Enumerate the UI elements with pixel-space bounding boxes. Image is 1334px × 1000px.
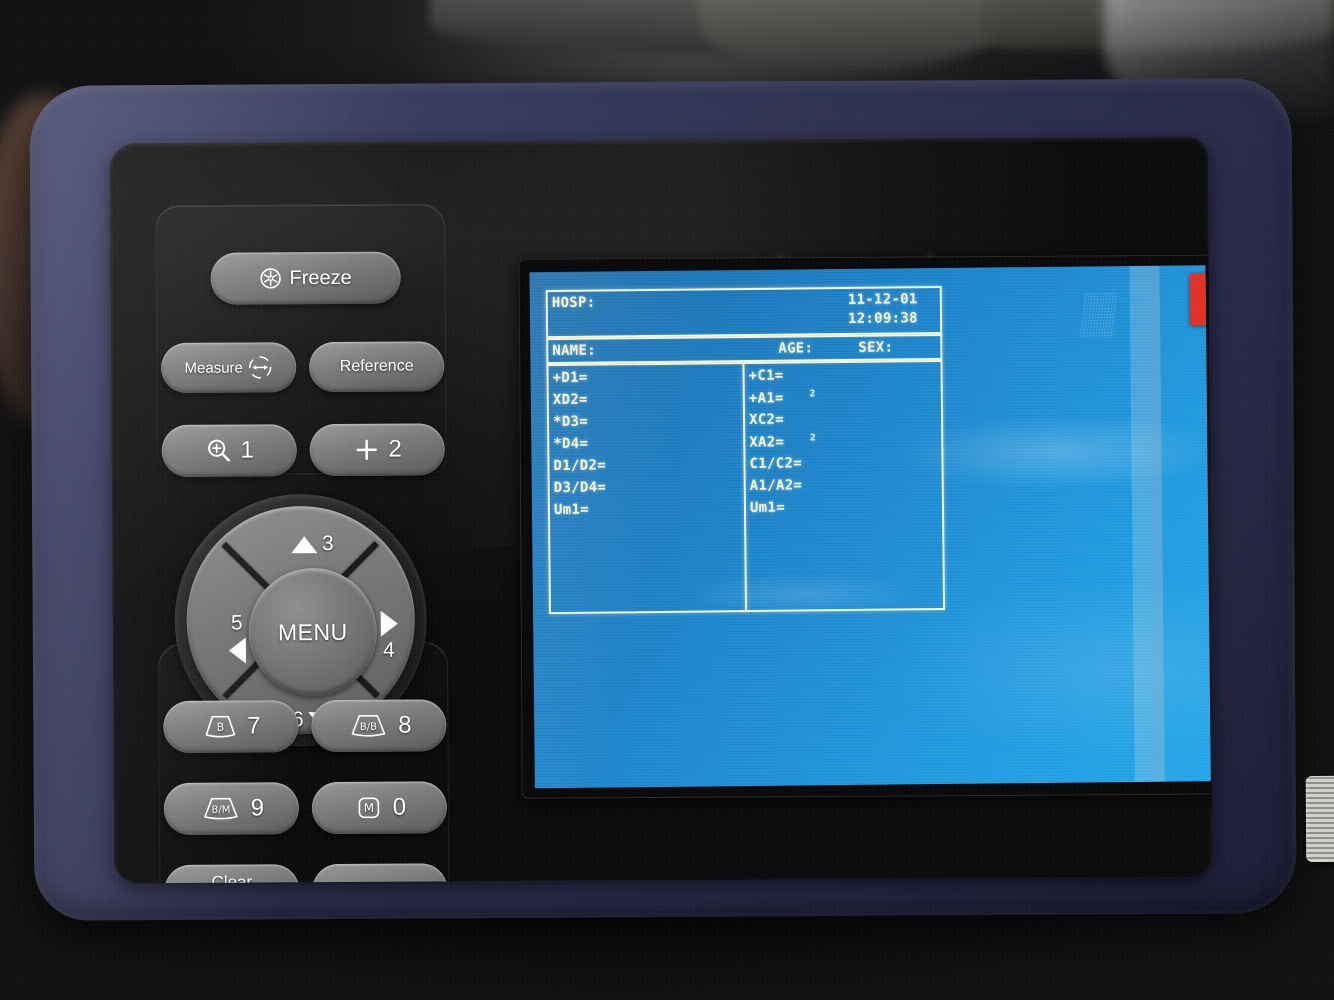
measurement-label: +C1=: [748, 367, 784, 384]
patient-name-label: NAME:: [552, 342, 597, 360]
measurement-label: *D4=: [553, 435, 589, 453]
distance-measurement-row: D3/D4=: [554, 479, 607, 502]
dpad-up-button[interactable]: 3: [260, 524, 364, 565]
measurement-label: +D1=: [552, 369, 588, 387]
measurement-label: C1/C2=: [749, 455, 802, 472]
measurement-unit-superscript: 2: [810, 433, 816, 444]
plus-icon: [352, 436, 380, 464]
clear-button-label: Clear: [211, 872, 253, 884]
caliper-icon: [247, 354, 273, 380]
area-measurement-column: +C1= +A1= 2 XC2= XA2= 2 C1/C2= A1/A2= Um1=: [749, 367, 817, 522]
sector-bb-icon: B/B: [346, 713, 390, 739]
hospital-label: HOSP:: [551, 294, 596, 312]
triangle-left-icon: [228, 637, 246, 664]
measurement-label: D3/D4=: [553, 479, 607, 497]
date-display: 11-12-01: [847, 291, 918, 308]
svg-text:B: B: [216, 721, 224, 734]
dpad-left-label: 5: [230, 611, 243, 635]
freeze-button-label: Freeze: [289, 266, 352, 289]
add-caliper-button-label: 2: [388, 435, 402, 463]
svg-text:M: M: [363, 801, 373, 815]
ultrasound-device-case: Ultrasound: [29, 78, 1334, 921]
area-measurement-row: XC2=: [749, 411, 816, 434]
measurement-label: *D3=: [552, 413, 589, 431]
ultrasound-screen[interactable]: HOSP: 11-12-01 12:09:38 NAME: AGE: SEX: …: [529, 265, 1211, 789]
svg-text:B/M: B/M: [211, 805, 230, 816]
photo-background: Ultrasound: [0, 0, 1334, 1000]
area-measurement-row: XA2= 2: [749, 433, 816, 456]
probe-connector-port[interactable]: [1305, 775, 1334, 863]
measure-button[interactable]: Measure: [161, 342, 297, 394]
measurement-label: A1/A2=: [749, 477, 803, 494]
reference-button-label: Reference: [339, 357, 414, 375]
distance-measurement-row: D1/D2=: [553, 457, 606, 480]
freeze-button[interactable]: Freeze: [210, 251, 401, 305]
bm-mode-button-label: 9: [250, 794, 265, 822]
sector-bm-icon: B/M: [199, 796, 243, 822]
dpad-right-label: 4: [383, 638, 395, 662]
area-measurement-row: +C1=: [749, 367, 816, 390]
distance-measurement-row: *D3=: [553, 414, 606, 437]
menu-button[interactable]: MENU: [248, 567, 378, 697]
area-measurement-row: C1/C2=: [749, 455, 816, 478]
distance-measurement-row: XD2=: [553, 392, 606, 415]
distance-measurement-row: *D4=: [553, 436, 606, 459]
distance-measurement-row: Um1=: [554, 501, 607, 524]
zoom-button[interactable]: 1: [161, 424, 297, 478]
screen-protector-pull-tab[interactable]: [1189, 272, 1211, 326]
measurement-label: XC2=: [748, 411, 785, 428]
area-measurement-row: +A1= 2: [749, 389, 816, 412]
screen-protector-film-edge: [1129, 265, 1165, 786]
b-mode-button-label: 7: [247, 712, 261, 740]
distance-measurement-row: +D1=: [553, 370, 606, 393]
measurement-unit-superscript: 2: [809, 389, 816, 400]
reference-button[interactable]: Reference: [309, 341, 445, 393]
background-cable: [697, 0, 1003, 78]
magnifier-plus-icon: [204, 437, 232, 465]
escape-button[interactable]: Esc: [312, 863, 448, 884]
sector-b-icon: B: [201, 714, 239, 740]
b-mode-button[interactable]: B 7: [163, 700, 299, 754]
distance-measurement-column: +D1= XD2= *D3= *D4= D1/D2= D3/D4= Um1=: [553, 370, 607, 525]
time-display: 12:09:38: [847, 310, 918, 327]
measurement-label: D1/D2=: [553, 457, 606, 475]
svg-text:B/B: B/B: [360, 722, 377, 733]
escape-button-label: Esc: [347, 880, 375, 884]
measure-button-label: Measure: [184, 359, 243, 377]
m-mode-button-label: 0: [392, 793, 407, 821]
bb-mode-button[interactable]: B/B 8: [311, 699, 447, 753]
patient-sex-label: SEX:: [858, 339, 894, 356]
bm-mode-button[interactable]: B/M 9: [163, 782, 300, 836]
add-caliper-button[interactable]: 2: [309, 423, 445, 477]
patient-age-label: AGE:: [778, 340, 814, 357]
zoom-button-label: 1: [240, 436, 254, 464]
measurement-label: Um1=: [553, 501, 589, 519]
triangle-right-icon: [380, 610, 398, 637]
triangle-up-icon: [290, 535, 317, 553]
measurement-label: Um1=: [749, 499, 785, 516]
m-mode-button[interactable]: M 0: [311, 781, 448, 835]
lcd-bezel: HOSP: 11-12-01 12:09:38 NAME: AGE: SEX: …: [518, 254, 1213, 799]
m-mode-icon: M: [353, 795, 385, 821]
device-front-panel: Ultrasound: [109, 136, 1213, 884]
area-measurement-row: Um1=: [750, 499, 817, 522]
measurement-label: XD2=: [552, 391, 588, 409]
measurement-label: XA2=: [749, 434, 785, 451]
snowflake-icon: [259, 267, 281, 289]
area-measurement-row: A1/A2=: [750, 477, 817, 500]
screen-artifact: [1078, 292, 1119, 339]
measurement-label: +A1=: [748, 390, 784, 407]
dpad-up-label: 3: [321, 532, 334, 556]
clear-button[interactable]: Clear ABC: [164, 864, 300, 884]
return-arrow-icon: [383, 878, 413, 884]
bb-mode-button-label: 8: [398, 711, 412, 739]
